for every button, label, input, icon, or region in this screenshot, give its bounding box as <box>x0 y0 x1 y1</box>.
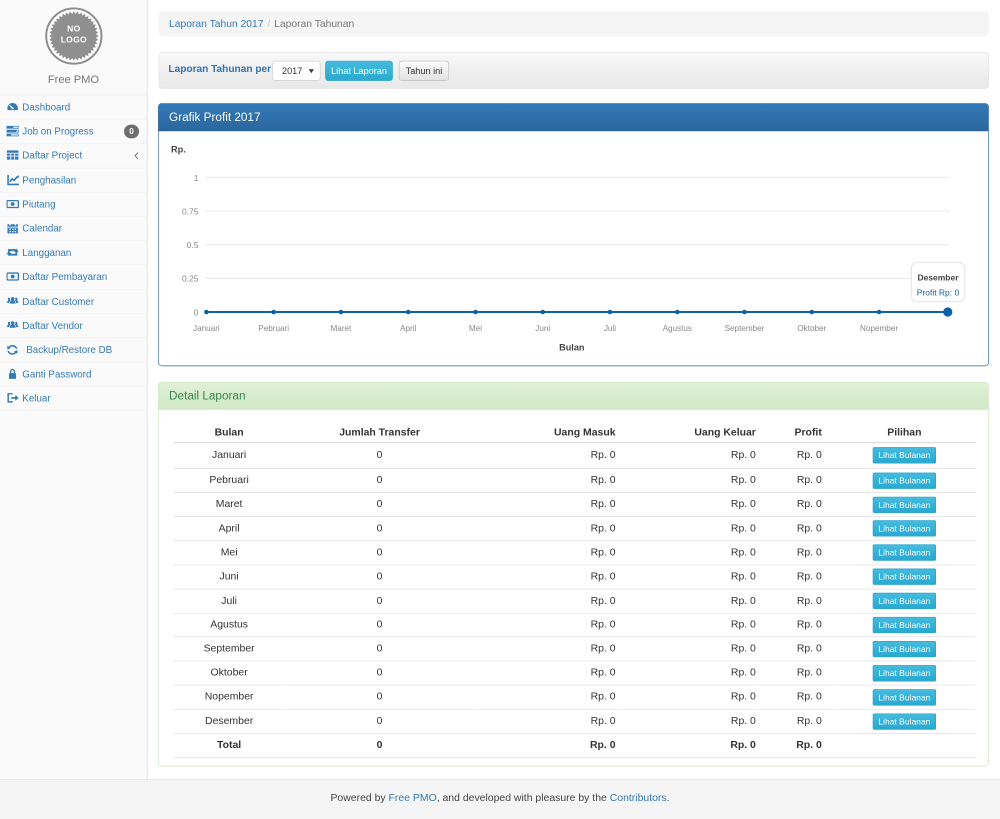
svg-text:Nopember: Nopember <box>860 324 898 333</box>
svg-text:LOGO: LOGO <box>61 34 87 44</box>
svg-text:Agustus: Agustus <box>663 324 692 333</box>
svg-text:Juni: Juni <box>535 324 550 333</box>
svg-text:Januari: Januari <box>193 324 220 333</box>
svg-text:0: 0 <box>194 307 199 317</box>
svg-text:September: September <box>725 324 765 333</box>
svg-text:Maret: Maret <box>331 324 353 333</box>
svg-text:NO: NO <box>67 23 80 33</box>
svg-text:1: 1 <box>194 173 199 183</box>
svg-text:0.75: 0.75 <box>182 206 199 216</box>
svg-text:Oktober: Oktober <box>797 324 826 333</box>
svg-text:Pebruari: Pebruari <box>258 324 289 333</box>
svg-text:April: April <box>400 324 416 333</box>
svg-text:0.5: 0.5 <box>187 240 199 250</box>
svg-text:Mei: Mei <box>469 324 482 333</box>
svg-text:0.25: 0.25 <box>182 274 199 284</box>
svg-text:Juli: Juli <box>604 324 616 333</box>
